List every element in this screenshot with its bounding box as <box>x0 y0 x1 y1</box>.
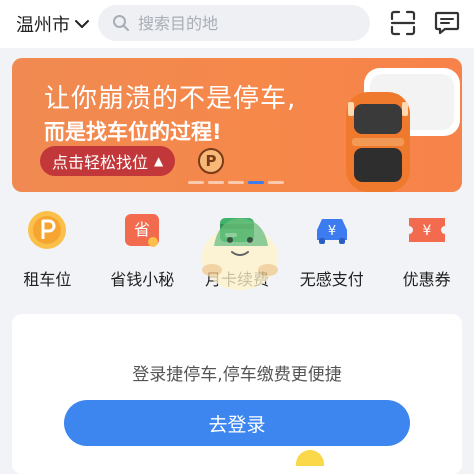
scan-icon <box>390 10 416 36</box>
login-card: 登录捷停车,停车缴费更便捷 去登录 <box>12 314 462 474</box>
city-selector[interactable]: 温州市 <box>16 11 90 37</box>
scan-button[interactable] <box>388 8 418 38</box>
banner-headline: 让你崩溃的不是停车, <box>44 84 297 114</box>
search-icon <box>113 15 129 31</box>
yen-glyph: ¥ <box>422 223 431 239</box>
find-parking-label: 点击轻松找位 <box>52 153 149 172</box>
message-icon <box>434 11 460 35</box>
quick-action-coupons[interactable]: ¥ 优惠券 <box>379 200 474 300</box>
quick-action-label: 优惠券 <box>402 270 451 289</box>
quick-action-label: 无感支付 <box>299 270 364 289</box>
carousel-dot[interactable] <box>268 181 284 184</box>
carousel-dot[interactable] <box>208 181 224 184</box>
quick-action-savings[interactable]: 省 省钱小秘 <box>95 200 190 300</box>
find-parking-button[interactable]: 点击轻松找位 ▲ <box>40 146 176 176</box>
quick-action-rent-space[interactable]: 租车位 <box>0 200 95 300</box>
cursor-arrow-icon: ▲ <box>154 154 164 168</box>
login-button[interactable]: 去登录 <box>64 400 410 446</box>
carousel-dot[interactable] <box>188 181 204 184</box>
parking-coin-icon: P <box>198 148 224 174</box>
parking-coin-icon <box>25 208 69 252</box>
top-bar: 温州市 <box>0 0 474 48</box>
banner-subheadline: 而是找车位的过程! <box>44 120 222 144</box>
savings-tag-icon: 省 <box>120 208 164 252</box>
mascot-sticker <box>202 218 278 290</box>
car-pay-icon: ¥ <box>310 208 354 252</box>
coupon-icon: ¥ <box>405 208 449 252</box>
car-pillow-illustration <box>346 68 460 192</box>
savings-glyph: 省 <box>134 220 150 239</box>
search-input[interactable] <box>138 13 348 33</box>
city-name: 温州市 <box>16 15 70 36</box>
quick-action-seamless-pay[interactable]: ¥ 无感支付 <box>284 200 379 300</box>
carousel-dot-active[interactable] <box>248 181 264 184</box>
chevron-down-icon <box>75 20 89 28</box>
search-bar[interactable] <box>98 5 370 41</box>
quick-action-label: 省钱小秘 <box>110 270 175 289</box>
login-prompt: 登录捷停车,停车缴费更便捷 <box>132 365 342 385</box>
promo-banner[interactable]: 让你崩溃的不是停车, 而是找车位的过程! 点击轻松找位 ▲ P <box>12 58 462 192</box>
carousel-dot[interactable] <box>228 181 244 184</box>
yen-glyph: ¥ <box>328 224 336 239</box>
carousel-indicator <box>188 181 284 184</box>
quick-action-label: 租车位 <box>23 270 72 289</box>
message-button[interactable] <box>432 8 462 38</box>
